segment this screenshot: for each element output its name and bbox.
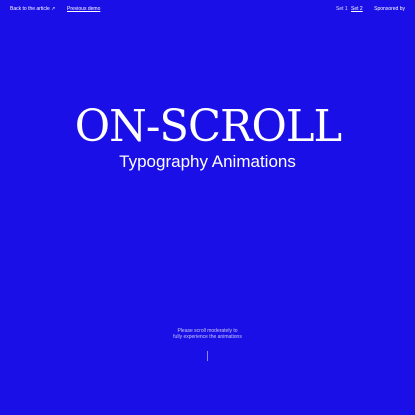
set-1-label: Set 1: [336, 6, 348, 12]
scroll-hint-text: Please scroll moderately to fully experi…: [173, 328, 242, 340]
scroll-indicator-line: [207, 351, 208, 361]
sponsored-by-link[interactable]: Sponsored by: [374, 6, 405, 12]
top-navigation: Back to the article ↗ Previous demo Set …: [10, 6, 405, 16]
hero-section: ON-SCROLL Typography Animations: [0, 104, 415, 172]
back-to-article-link[interactable]: Back to the article ↗: [10, 6, 55, 12]
previous-demo-link[interactable]: Previous demo: [67, 6, 100, 12]
page-subtitle: Typography Animations: [119, 152, 296, 171]
page-title: ON-SCROLL: [74, 101, 341, 152]
set-2-link[interactable]: Set 2: [351, 6, 363, 12]
scroll-hint: Please scroll moderately to fully experi…: [0, 328, 415, 340]
